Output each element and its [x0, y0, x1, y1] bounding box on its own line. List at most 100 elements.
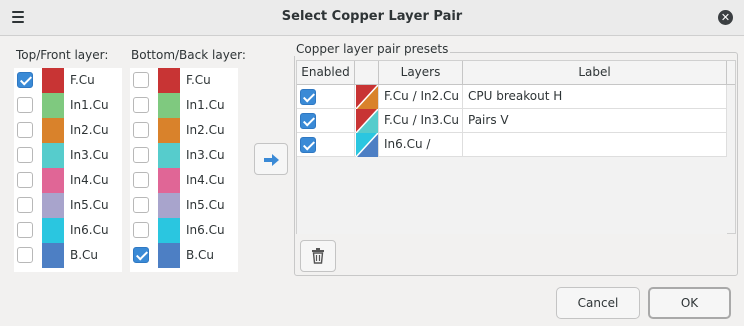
layer-name: In6.Cu [186, 223, 225, 237]
bottom-layer-row[interactable]: In1.Cu [130, 93, 238, 118]
bottom-layer-row[interactable]: In6.Cu [130, 218, 238, 243]
delete-preset-button[interactable] [300, 240, 336, 272]
preset-enabled-cell [297, 133, 355, 157]
bottom-layer-checkbox[interactable] [133, 122, 149, 138]
grid-empty-area [297, 158, 727, 234]
top-layer-row[interactable]: In4.Cu [14, 168, 122, 193]
preset-layers-cell[interactable]: F.Cu / In2.Cu [379, 85, 463, 109]
layer-color-swatch [158, 118, 180, 143]
layer-color-swatch [42, 68, 64, 93]
bottom-layer-row[interactable]: In2.Cu [130, 118, 238, 143]
bottom-layer-row[interactable]: In4.Cu [130, 168, 238, 193]
preset-label-cell[interactable] [463, 133, 727, 157]
layer-color-swatch [42, 218, 64, 243]
bottom-layer-checkbox[interactable] [133, 147, 149, 163]
cancel-button[interactable]: Cancel [556, 287, 640, 319]
layer-pair-swatch [356, 109, 378, 133]
top-layer-checkbox[interactable] [17, 197, 33, 213]
column-header-color[interactable] [355, 61, 379, 85]
top-layer-label: Top/Front layer: [16, 48, 109, 62]
top-layer-list: F.Cu In1.Cu In2.Cu In3.Cu In4.Cu In5.Cu In6.Cu… [14, 68, 122, 272]
top-layer-checkbox[interactable] [17, 247, 33, 263]
layer-pair-swatch [356, 133, 378, 157]
preset-layers-cell[interactable]: F.Cu / In3.Cu [379, 109, 463, 133]
top-layer-checkbox[interactable] [17, 172, 33, 188]
bottom-layer-checkbox[interactable] [133, 172, 149, 188]
layer-name: In5.Cu [70, 198, 109, 212]
top-layer-checkbox[interactable] [17, 72, 33, 88]
bottom-layer-row[interactable]: In3.Cu [130, 143, 238, 168]
layer-color-swatch [158, 93, 180, 118]
layer-color-swatch [42, 118, 64, 143]
layer-color-swatch [158, 193, 180, 218]
top-layer-row[interactable]: In6.Cu [14, 218, 122, 243]
presets-title: Copper layer pair presets [294, 42, 451, 56]
preset-label-cell[interactable]: CPU breakout H [463, 85, 727, 109]
top-layer-row[interactable]: In2.Cu [14, 118, 122, 143]
arrow-right-icon [264, 154, 279, 166]
layer-color-swatch [42, 168, 64, 193]
layer-name: In3.Cu [70, 148, 109, 162]
layer-name: B.Cu [186, 248, 215, 262]
preset-row[interactable]: F.Cu / In2.Cu CPU breakout H [297, 85, 727, 109]
ok-button[interactable]: OK [648, 287, 731, 319]
layer-name: F.Cu [70, 73, 95, 87]
preset-color-cell [355, 109, 379, 133]
bottom-layer-row[interactable]: In5.Cu [130, 193, 238, 218]
top-layer-checkbox[interactable] [17, 222, 33, 238]
layer-color-swatch [42, 143, 64, 168]
preset-enabled-checkbox[interactable] [300, 113, 316, 129]
grid-header: Enabled Layers Label [297, 61, 735, 85]
layer-name: In4.Cu [186, 173, 225, 187]
presets-grid: Enabled Layers Label F.Cu / In2.Cu CPU br… [296, 60, 736, 234]
bottom-layer-checkbox[interactable] [133, 222, 149, 238]
layer-name: In1.Cu [186, 98, 225, 112]
column-header-layers[interactable]: Layers [379, 61, 463, 85]
bottom-layer-checkbox[interactable] [133, 72, 149, 88]
top-layer-row[interactable]: In3.Cu [14, 143, 122, 168]
top-layer-checkbox[interactable] [17, 122, 33, 138]
top-layer-row[interactable]: F.Cu [14, 68, 122, 93]
preset-enabled-checkbox[interactable] [300, 137, 316, 153]
preset-color-cell [355, 133, 379, 157]
bottom-layer-list: F.Cu In1.Cu In2.Cu In3.Cu In4.Cu In5.Cu In6.Cu… [130, 68, 238, 272]
layer-color-swatch [42, 93, 64, 118]
bottom-layer-checkbox[interactable] [133, 197, 149, 213]
layer-color-swatch [42, 243, 64, 268]
bottom-layer-checkbox[interactable] [133, 97, 149, 113]
top-layer-row[interactable]: In1.Cu [14, 93, 122, 118]
top-layer-row[interactable]: B.Cu [14, 243, 122, 268]
trash-icon [312, 248, 324, 264]
top-layer-checkbox[interactable] [17, 147, 33, 163]
layer-name: B.Cu [70, 248, 99, 262]
layer-color-swatch [158, 243, 180, 268]
bottom-layer-row[interactable]: F.Cu [130, 68, 238, 93]
layer-color-swatch [42, 193, 64, 218]
swap-layers-button[interactable] [254, 143, 288, 175]
bottom-layer-checkbox[interactable] [133, 247, 149, 263]
layer-color-swatch [158, 168, 180, 193]
grid-scrollbar[interactable] [727, 85, 735, 233]
layer-name: In6.Cu [70, 223, 109, 237]
top-layer-checkbox[interactable] [17, 97, 33, 113]
layer-color-swatch [158, 143, 180, 168]
preset-layers-cell[interactable]: In6.Cu / B.Cu [379, 133, 463, 174]
preset-label-cell[interactable]: Pairs V [463, 109, 727, 133]
preset-enabled-checkbox[interactable] [300, 89, 316, 105]
preset-color-cell [355, 85, 379, 109]
bottom-layer-label: Bottom/Back layer: [131, 48, 246, 62]
layer-color-swatch [158, 68, 180, 93]
close-icon[interactable]: ✕ [718, 10, 733, 25]
bottom-layer-row[interactable]: B.Cu [130, 243, 238, 268]
preset-row[interactable]: In6.Cu / B.Cu [297, 133, 727, 174]
top-layer-row[interactable]: In5.Cu [14, 193, 122, 218]
layer-name: In2.Cu [70, 123, 109, 137]
layer-color-swatch [158, 218, 180, 243]
preset-row[interactable]: F.Cu / In3.Cu Pairs V [297, 109, 727, 133]
preset-enabled-cell [297, 109, 355, 133]
column-header-enabled[interactable]: Enabled [297, 61, 355, 85]
column-header-label[interactable]: Label [463, 61, 727, 85]
layer-pair-swatch [356, 85, 378, 109]
layer-name: In5.Cu [186, 198, 225, 212]
layer-name: F.Cu [186, 73, 211, 87]
